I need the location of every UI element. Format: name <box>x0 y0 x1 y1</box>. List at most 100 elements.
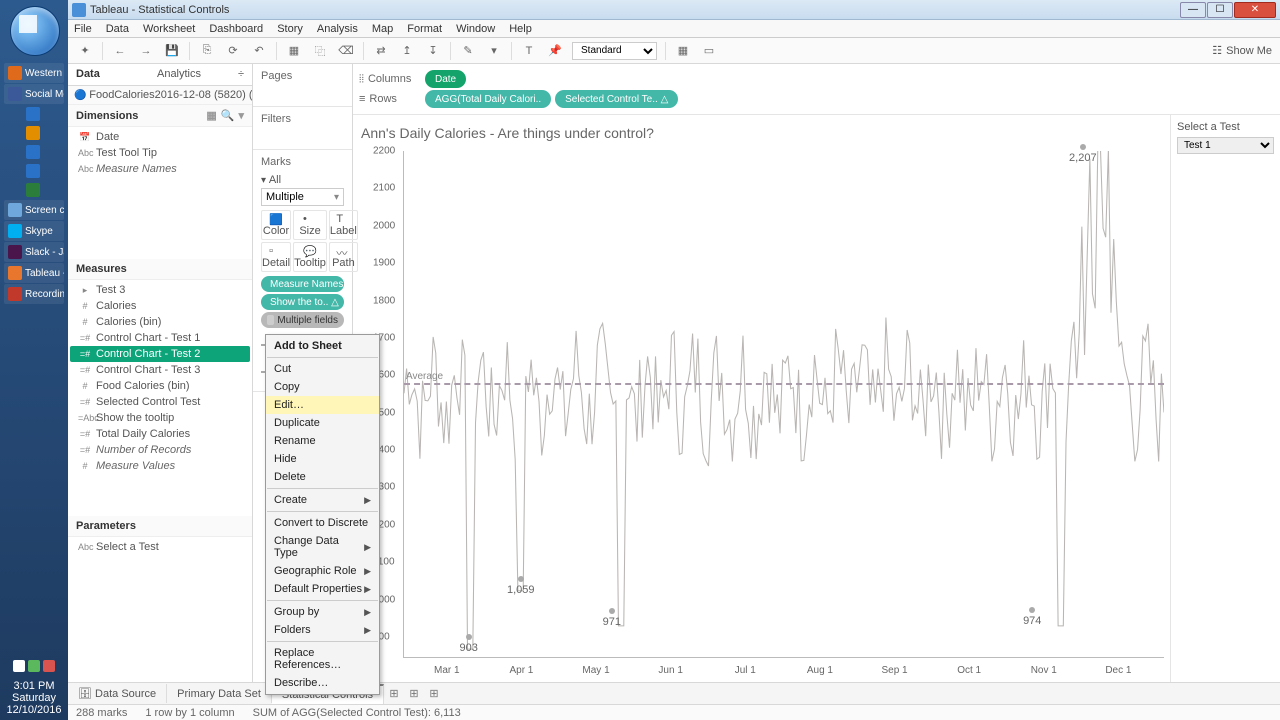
marks-detail-button[interactable]: ▫Detail <box>261 242 291 272</box>
context-menu-item[interactable]: Geographic Role▶ <box>266 562 379 580</box>
shelf-pill[interactable]: Selected Control Te.. △ <box>555 90 678 108</box>
context-menu-item[interactable]: Convert to Discrete <box>266 514 379 532</box>
find-field-icon[interactable]: 🔍 <box>221 109 235 122</box>
measure-item[interactable]: =#Control Chart - Test 2 <box>70 346 250 362</box>
menu-file[interactable]: File <box>74 23 92 35</box>
measure-item[interactable]: #Measure Values <box>68 458 252 474</box>
new-worksheet-button[interactable]: ▦ <box>285 42 303 60</box>
sort-asc-button[interactable]: ↥ <box>398 42 416 60</box>
save-button[interactable]: 💾 <box>163 42 181 60</box>
measure-item[interactable]: #Calories (bin) <box>68 314 252 330</box>
dropdown-icon[interactable]: ▾ <box>485 42 503 60</box>
maximize-button[interactable]: ☐ <box>1207 2 1233 18</box>
chart-plot-area[interactable]: Average9031,0599719742,207 <box>403 151 1164 658</box>
shelf-pill[interactable]: Date <box>425 70 466 88</box>
new-data-button[interactable]: ⎘ <box>198 42 216 60</box>
sheet-tab[interactable]: Primary Data Set <box>167 685 272 703</box>
sheet-tab[interactable]: 🗄 Data Source <box>68 684 167 703</box>
chart-title[interactable]: Ann's Daily Calories - Are things under … <box>359 121 1164 149</box>
menu-dashboard[interactable]: Dashboard <box>209 23 263 35</box>
menu-worksheet[interactable]: Worksheet <box>143 23 195 35</box>
menu-story[interactable]: Story <box>277 23 303 35</box>
context-menu-item[interactable]: Folders▶ <box>266 621 379 639</box>
context-menu-item[interactable]: Change Data Type▶ <box>266 532 379 562</box>
minimize-button[interactable]: — <box>1180 2 1206 18</box>
menu-data[interactable]: Data <box>106 23 129 35</box>
context-menu-item[interactable]: Cut <box>266 360 379 378</box>
marks-size-button[interactable]: •Size <box>293 210 327 240</box>
forward-button[interactable]: → <box>137 42 155 60</box>
measure-item[interactable]: =#Selected Control Test <box>68 394 252 410</box>
pin-button[interactable]: 📌 <box>546 42 564 60</box>
context-menu-item[interactable]: Group by▶ <box>266 603 379 621</box>
new-dashboard-button[interactable]: ⊞ <box>404 687 424 700</box>
taskbar-window[interactable]: Recording:… <box>4 284 64 304</box>
rows-shelf[interactable]: ≡Rows <box>359 93 419 105</box>
marks-all-row[interactable]: ▾ All <box>261 172 344 188</box>
taskbar-window[interactable]: Slack - Jack… <box>4 242 64 262</box>
columns-shelf[interactable]: ⦙⦙Columns <box>359 73 419 86</box>
taskbar-window[interactable]: Skype <box>4 221 64 241</box>
measure-item[interactable]: =#Control Chart - Test 3 <box>68 362 252 378</box>
context-menu-item[interactable]: Describe… <box>266 674 379 692</box>
measure-item[interactable]: =#Control Chart - Test 1 <box>68 330 252 346</box>
taskbar-window[interactable]: Screen clip… <box>4 200 64 220</box>
context-menu-item[interactable]: Edit… <box>266 396 379 414</box>
marks-pill[interactable]: Show the to.. △ <box>261 294 344 310</box>
view-cards-button[interactable]: ▦ <box>674 42 692 60</box>
presentation-button[interactable]: ▭ <box>700 42 718 60</box>
measure-item[interactable]: #Food Calories (bin) <box>68 378 252 394</box>
marks-color-button[interactable]: 🟦Color <box>261 210 291 240</box>
data-tab[interactable]: Data <box>68 64 149 85</box>
clear-button[interactable]: ⌫ <box>337 42 355 60</box>
context-menu-item[interactable]: Delete <box>266 468 379 486</box>
sort-desc-button[interactable]: ↧ <box>424 42 442 60</box>
taskbar-pinned-icon[interactable] <box>4 105 64 123</box>
taskbar-pinned-icon[interactable] <box>4 143 64 161</box>
close-button[interactable]: ✕ <box>1234 2 1276 18</box>
marks-pill[interactable]: Measure Names <box>261 276 344 292</box>
taskbar-pinned-icon[interactable] <box>4 181 64 199</box>
dimension-item[interactable]: 📅Date <box>68 129 252 145</box>
taskbar-pinned-icon[interactable] <box>4 162 64 180</box>
measure-item[interactable]: =#Number of Records <box>68 442 252 458</box>
marks-tooltip-button[interactable]: 💬Tooltip <box>293 242 327 272</box>
marks-pill[interactable]: Multiple fields <box>261 312 344 328</box>
new-worksheet-button[interactable]: ⊞ <box>384 687 404 700</box>
context-menu-item[interactable]: Create▶ <box>266 491 379 509</box>
context-menu-item[interactable]: Hide <box>266 450 379 468</box>
context-menu-item[interactable]: Copy <box>266 378 379 396</box>
view-as-table-icon[interactable]: ▦ <box>206 109 216 122</box>
tableau-logo-icon[interactable]: ✦ <box>76 42 94 60</box>
visualization[interactable]: Ann's Daily Calories - Are things under … <box>353 115 1170 682</box>
menu-map[interactable]: Map <box>372 23 393 35</box>
taskbar-window[interactable]: Tableau - S… <box>4 263 64 283</box>
taskbar-window[interactable]: Social Medi… <box>4 84 64 104</box>
context-menu-item[interactable]: Replace References… <box>266 644 379 674</box>
taskbar-pinned-icon[interactable] <box>4 124 64 142</box>
taskbar-clock[interactable]: 3:01 PM Saturday 12/10/2016 <box>0 676 68 720</box>
context-menu-item[interactable]: Add to Sheet <box>266 337 379 355</box>
pages-shelf[interactable]: Pages <box>261 70 344 82</box>
measure-item[interactable]: #Calories <box>68 298 252 314</box>
menu-analysis[interactable]: Analysis <box>317 23 358 35</box>
context-menu-item[interactable]: Duplicate <box>266 414 379 432</box>
parameter-select[interactable]: Test 1 <box>1177 137 1274 154</box>
analytics-tab[interactable]: Analytics <box>149 64 230 85</box>
show-me-button[interactable]: ☷Show Me <box>1212 44 1272 57</box>
measure-item[interactable]: =AbcShow the tooltip <box>68 410 252 426</box>
measure-item[interactable]: =#Total Daily Calories <box>68 426 252 442</box>
dimension-item[interactable]: AbcMeasure Names <box>68 161 252 177</box>
undo-button[interactable]: ↶ <box>250 42 268 60</box>
mark-type-select[interactable]: Multiple <box>261 188 344 206</box>
refresh-button[interactable]: ⟳ <box>224 42 242 60</box>
dimension-item[interactable]: AbcTest Tool Tip <box>68 145 252 161</box>
shelf-pill[interactable]: AGG(Total Daily Calori.. <box>425 90 551 108</box>
menu-format[interactable]: Format <box>407 23 442 35</box>
fit-mode-select[interactable]: Standard <box>572 42 657 60</box>
measure-item[interactable]: ▸Test 3 <box>68 282 252 298</box>
back-button[interactable]: ← <box>111 42 129 60</box>
menu-bar[interactable]: File Data Worksheet Dashboard Story Analysis M… <box>68 20 1280 38</box>
menu-help[interactable]: Help <box>509 23 532 35</box>
context-menu-item[interactable]: Default Properties▶ <box>266 580 379 598</box>
